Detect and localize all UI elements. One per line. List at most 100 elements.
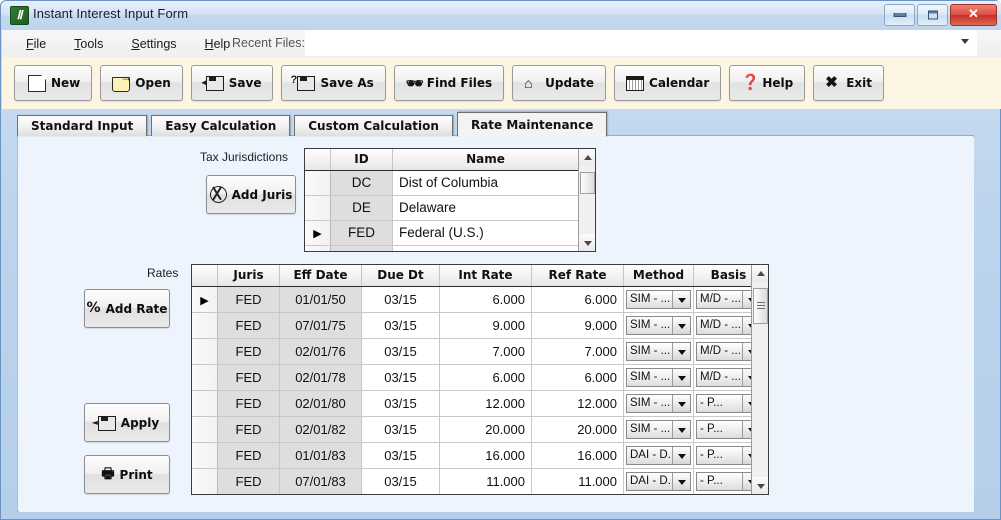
scroll-down-icon[interactable] <box>579 234 595 251</box>
cell-due-dt[interactable]: 03/15 <box>362 417 440 442</box>
row-selector[interactable] <box>192 417 218 442</box>
row-selector[interactable] <box>192 391 218 416</box>
cell-ref-rate[interactable]: 6.000 <box>532 365 624 390</box>
cell-method[interactable]: SIM - ... <box>624 417 694 442</box>
chevron-down-icon[interactable] <box>742 369 751 386</box>
cell-int-rate[interactable]: 6.000 <box>440 365 532 390</box>
cell-ref-rate[interactable]: 6.000 <box>532 287 624 312</box>
row-selector[interactable]: ▶ <box>192 287 218 312</box>
tab-rate-maintenance[interactable]: Rate Maintenance <box>456 112 608 137</box>
table-row[interactable]: FED01/01/8303/1516.00016.000DAI - D...- … <box>192 443 751 469</box>
cell-eff-date[interactable]: 02/01/80 <box>280 391 362 416</box>
cell-ref-rate[interactable]: 7.000 <box>532 339 624 364</box>
basis-dropdown[interactable]: - P... <box>696 394 751 413</box>
method-dropdown[interactable]: SIM - ... <box>626 316 691 335</box>
add-rate-button[interactable]: % Add Rate <box>84 289 170 328</box>
cell-basis[interactable]: - P... <box>694 417 751 442</box>
row-selector[interactable] <box>192 313 218 338</box>
row-selector[interactable] <box>192 339 218 364</box>
table-row[interactable]: DC Dist of Columbia <box>305 171 578 196</box>
cell-eff-date[interactable]: 01/01/50 <box>280 287 362 312</box>
row-selector[interactable] <box>192 443 218 468</box>
cell-name[interactable]: Delaware <box>393 196 578 220</box>
cell-int-rate[interactable]: 16.000 <box>440 443 532 468</box>
new-button[interactable]: New <box>14 65 93 101</box>
apply-button[interactable]: Apply <box>84 403 170 442</box>
cell-ref-rate[interactable]: 11.000 <box>532 469 624 494</box>
method-dropdown[interactable]: DAI - D... <box>626 446 691 465</box>
cell-method[interactable]: DAI - D... <box>624 469 694 494</box>
calendar-button[interactable]: Calendar <box>614 65 722 101</box>
cell-id[interactable]: DC <box>331 171 393 195</box>
table-row[interactable]: FLFlorida <box>305 246 578 251</box>
table-row[interactable]: ▶ FED Federal (U.S.) <box>305 221 578 246</box>
tax-jurisdictions-grid[interactable]: ID Name DC Dist of Columbia DE Delaware ▶ FED… <box>304 148 596 252</box>
basis-dropdown[interactable]: M/D - ... <box>696 368 751 387</box>
row-selector[interactable] <box>305 171 331 195</box>
chevron-down-icon[interactable] <box>672 317 690 334</box>
cell-int-rate[interactable]: 6.000 <box>440 287 532 312</box>
rates-grid[interactable]: Juris Eff Date Due Dt Int Rate Ref Rate … <box>191 264 769 495</box>
cell-basis[interactable]: - P... <box>694 469 751 494</box>
menu-item-file[interactable]: File <box>12 33 60 55</box>
cell-ref-rate[interactable]: 20.000 <box>532 417 624 442</box>
cell-ref-rate[interactable]: 16.000 <box>532 443 624 468</box>
cell-id[interactable]: FED <box>331 221 393 245</box>
save-button[interactable]: Save <box>190 65 274 101</box>
basis-dropdown[interactable]: M/D - ... <box>696 316 751 335</box>
cell-juris[interactable]: FED <box>218 313 280 338</box>
method-dropdown[interactable]: SIM - ... <box>626 368 691 387</box>
tab-easy-calculation[interactable]: Easy Calculation <box>151 115 291 136</box>
basis-dropdown[interactable]: M/D - ... <box>696 290 751 309</box>
cell-eff-date[interactable]: 02/01/76 <box>280 339 362 364</box>
method-dropdown[interactable]: SIM - ... <box>626 394 691 413</box>
cell-juris[interactable]: FED <box>218 443 280 468</box>
method-dropdown[interactable]: DAI - D... <box>626 472 691 491</box>
cell-basis[interactable]: M/D - ... <box>694 339 751 364</box>
help-button[interactable]: ❓ Help <box>729 65 806 101</box>
row-selector[interactable] <box>192 365 218 390</box>
chevron-down-icon[interactable] <box>672 395 690 412</box>
row-selector[interactable]: ▶ <box>305 221 331 245</box>
cell-name[interactable]: Federal (U.S.) <box>393 221 578 245</box>
chevron-down-icon[interactable] <box>742 447 751 464</box>
rates-scroll-thumb[interactable] <box>753 288 768 324</box>
cell-id[interactable]: FL <box>331 246 393 251</box>
print-button[interactable]: 🖶 Print <box>84 455 170 494</box>
menu-item-tools[interactable]: Tools <box>60 33 117 55</box>
cell-basis[interactable]: - P... <box>694 391 751 416</box>
maximize-button[interactable] <box>917 4 948 26</box>
table-row[interactable]: FED 02/01/76 03/15 7.000 7.000 SIM - ... M/D -… <box>192 339 751 365</box>
cell-int-rate[interactable]: 9.000 <box>440 313 532 338</box>
save-as-button[interactable]: Save As <box>281 65 386 101</box>
chevron-down-icon[interactable] <box>961 39 969 44</box>
close-button[interactable]: ✕ <box>950 4 997 26</box>
minimize-button[interactable] <box>884 4 915 26</box>
basis-dropdown[interactable]: - P... <box>696 446 751 465</box>
cell-eff-date[interactable]: 07/01/83 <box>280 469 362 494</box>
cell-ref-rate[interactable]: 12.000 <box>532 391 624 416</box>
scroll-up-icon[interactable] <box>579 149 595 166</box>
rates-scrollbar[interactable] <box>751 265 768 494</box>
cell-int-rate[interactable]: 20.000 <box>440 417 532 442</box>
cell-basis[interactable]: - P... <box>694 443 751 468</box>
cell-method[interactable]: SIM - ... <box>624 339 694 364</box>
tab-custom-calculation[interactable]: Custom Calculation <box>294 115 453 136</box>
find-files-button[interactable]: 🕶 Find Files <box>393 65 505 101</box>
cell-name[interactable]: Dist of Columbia <box>393 171 578 195</box>
scroll-up-icon[interactable] <box>752 265 768 282</box>
cell-eff-date[interactable]: 02/01/82 <box>280 417 362 442</box>
method-dropdown[interactable]: SIM - ... <box>626 342 691 361</box>
scroll-down-icon[interactable] <box>752 477 768 494</box>
cell-id[interactable]: DE <box>331 196 393 220</box>
cell-eff-date[interactable]: 01/01/83 <box>280 443 362 468</box>
add-juris-button[interactable]: Add Juris <box>206 175 296 214</box>
cell-due-dt[interactable]: 03/15 <box>362 313 440 338</box>
row-selector[interactable] <box>192 469 218 494</box>
table-row[interactable]: FED 02/01/82 03/15 20.000 20.000 SIM - ... - P… <box>192 417 751 443</box>
cell-juris[interactable]: FED <box>218 417 280 442</box>
cell-due-dt[interactable]: 03/15 <box>362 391 440 416</box>
recent-files-input[interactable] <box>305 30 977 56</box>
update-button[interactable]: ⌂ Update <box>512 65 607 101</box>
basis-dropdown[interactable]: M/D - ... <box>696 342 751 361</box>
